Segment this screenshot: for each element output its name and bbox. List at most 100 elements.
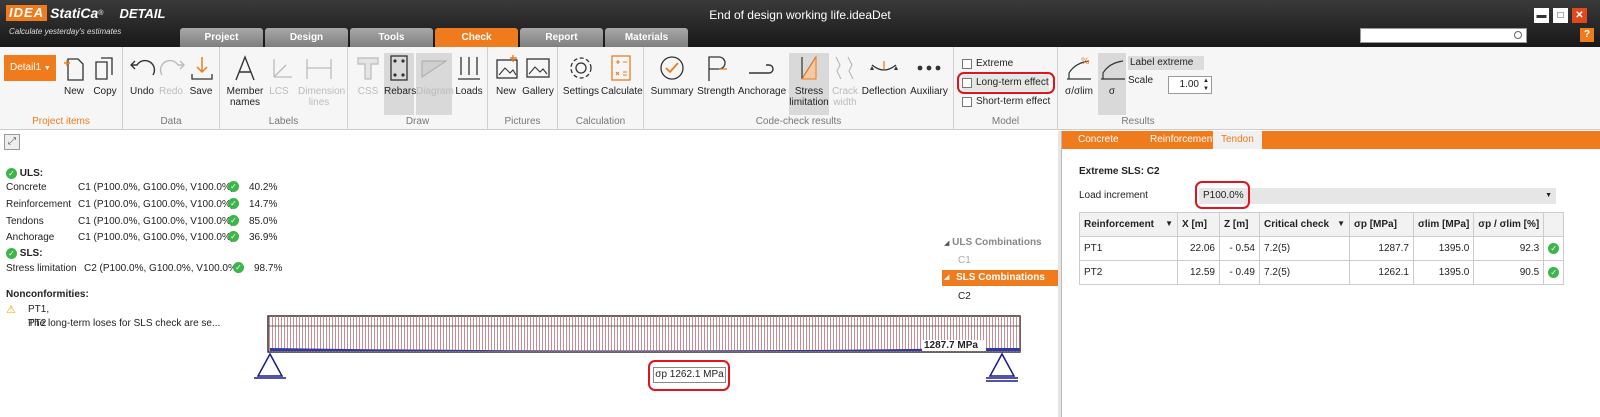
settings-button[interactable]: Settings	[562, 53, 600, 97]
anchorage-button[interactable]: Anchorage	[737, 53, 787, 97]
summary-button[interactable]: Summary	[650, 53, 694, 97]
uls-row-reinforcement[interactable]: Reinforcement C1 (P100.0%, G100.0%, V100.…	[6, 198, 306, 212]
member-names-button[interactable]: Member names	[225, 53, 265, 108]
gallery-button[interactable]: Gallery	[522, 53, 554, 97]
tab-materials[interactable]: Materials	[605, 28, 688, 47]
check-icon: ✓	[228, 198, 239, 209]
group-labels: Member names LCS Dimension lines Labels	[220, 47, 348, 130]
sls-row-stress-limitation[interactable]: Stress limitation C2 (P100.0%, G100.0%, V…	[6, 262, 306, 276]
extreme-title: Extreme SLS: C2	[1079, 166, 1160, 177]
nonconformity-item[interactable]: ⚠ PT1, PT2	[6, 303, 49, 329]
tab-concrete[interactable]: Concrete	[1070, 131, 1127, 149]
close-button[interactable]: ✕	[1572, 8, 1587, 23]
save-button[interactable]: Save	[187, 53, 215, 97]
scale-input[interactable]: 1.00 ▲ ▼	[1168, 76, 1212, 94]
col-sigma-lim[interactable]: σlim [MPa]	[1412, 212, 1475, 237]
extreme-option[interactable]: Extreme	[962, 56, 1013, 72]
css-label: CSS	[357, 86, 379, 97]
loads-button[interactable]: Loads	[454, 53, 484, 97]
sls-heading: ✓ SLS:	[6, 247, 43, 261]
stress-limitation-label: Stress limitation	[789, 86, 829, 108]
uls-combinations-header[interactable]: ◢ ULS Combinations	[944, 237, 1042, 248]
tab-project[interactable]: Project	[180, 28, 263, 47]
css-button[interactable]: CSS	[353, 53, 383, 97]
label-extreme-toggle[interactable]: Label extreme	[1128, 56, 1204, 70]
rebars-button[interactable]: Rebars	[384, 53, 417, 115]
stress-limitation-button[interactable]: Stress limitation	[789, 53, 829, 115]
short-term-effect-option[interactable]: Short-term effect	[962, 94, 1050, 110]
sigma-button[interactable]: σ	[1098, 53, 1126, 115]
uls-row-concrete[interactable]: Concrete C1 (P100.0%, G100.0%, V100.0%) ✓ 4…	[6, 181, 306, 195]
uls-row-tendons[interactable]: Tendons C1 (P100.0%, G100.0%, V100.0%) ✓ 85…	[6, 215, 306, 229]
group-label-code-check: Code-check results	[755, 116, 842, 127]
more-dots-icon	[917, 65, 941, 71]
summary-label: Summary	[650, 86, 694, 97]
sls-combinations-header[interactable]: ◢ SLS Combinations	[942, 270, 1062, 286]
minimize-button[interactable]: ▬	[1534, 8, 1549, 23]
load-increment-label: Load increment	[1079, 190, 1148, 201]
copy-icon	[95, 57, 113, 80]
uls-row-anchorage[interactable]: Anchorage C1 (P100.0%, G100.0%, V100.0%) ✓…	[6, 231, 306, 245]
filter-icon[interactable]: ▼	[1337, 219, 1345, 228]
dimension-lines-button[interactable]: Dimension lines	[298, 53, 345, 108]
col-z[interactable]: Z [m]	[1219, 212, 1260, 237]
search-icon	[1514, 31, 1522, 39]
load-increment-select[interactable]: P100.0% ▼	[1199, 188, 1556, 204]
gear-icon	[570, 57, 592, 79]
maximize-button[interactable]: □	[1553, 8, 1568, 23]
filter-icon[interactable]: ▼	[1165, 219, 1173, 228]
nonconformities-title: Nonconformities:	[6, 289, 89, 300]
tab-tools[interactable]: Tools	[350, 28, 433, 47]
uls-name: Concrete	[6, 182, 47, 193]
help-button[interactable]: ?	[1580, 28, 1594, 42]
tab-check[interactable]: Check	[435, 28, 518, 47]
diagram-button[interactable]: Diagram	[416, 53, 454, 115]
cell: 12.59	[1177, 260, 1220, 285]
col-ratio[interactable]: σp / σlim [%]	[1473, 212, 1545, 237]
new-picture-button[interactable]: New	[492, 53, 520, 97]
search-input[interactable]	[1360, 28, 1527, 43]
col-critical-check[interactable]: Critical check ▼	[1259, 212, 1350, 237]
table-row[interactable]: PT2 12.59 - 0.49 7.2(5) 1262.1 1395.0 90…	[1079, 260, 1565, 285]
group-calculation: Settings Calculate Calculation	[558, 47, 644, 130]
auxiliary-label: Auxiliary	[910, 86, 948, 97]
col-sigma-p[interactable]: σp [MPa]	[1349, 212, 1414, 237]
sigma-ratio-button[interactable]: % σ/σlim	[1062, 53, 1096, 97]
summary-icon	[660, 56, 684, 80]
warning-icon: ⚠	[6, 304, 16, 316]
cross-section-icon	[357, 57, 379, 80]
tab-reinforcement[interactable]: Reinforcement	[1142, 131, 1223, 149]
redo-button[interactable]: Redo	[157, 53, 185, 97]
deflection-button[interactable]: Deflection	[861, 53, 907, 97]
uls-value: 40.2%	[249, 182, 278, 193]
table-row[interactable]: PT1 22.06 - 0.54 7.2(5) 1287.7 1395.0 92…	[1079, 236, 1565, 261]
svg-text:%: %	[1081, 57, 1090, 67]
tab-tendon[interactable]: Tendon	[1213, 131, 1262, 149]
crack-width-button[interactable]: Crack width	[830, 53, 860, 108]
highlight-sigma-label	[648, 360, 730, 391]
combination-item-c2[interactable]: C2	[958, 291, 971, 302]
strength-button[interactable]: Strength	[696, 53, 736, 97]
sls-title: SLS:	[19, 248, 43, 259]
detail-dropdown[interactable]: Detail1 ▼	[4, 55, 56, 81]
nonconformities-heading: Nonconformities:	[6, 288, 89, 302]
auxiliary-button[interactable]: Auxiliary	[908, 53, 950, 97]
calculate-button[interactable]: Calculate	[601, 53, 643, 97]
calculator-icon	[611, 55, 631, 81]
result-tabs: Concrete Reinforcement Tendon	[1062, 131, 1600, 149]
uls-value: 36.9%	[249, 232, 278, 243]
status-cell: ✓	[1543, 260, 1565, 285]
combination-item-c1[interactable]: C1	[958, 255, 971, 266]
new-item-button[interactable]: New	[60, 53, 88, 97]
rebars-label: Rebars	[384, 86, 417, 97]
copy-button[interactable]: Copy	[90, 53, 120, 97]
check-icon: ✓	[1548, 242, 1560, 254]
lcs-button[interactable]: LCS	[266, 53, 292, 97]
tab-report[interactable]: Report	[520, 28, 603, 47]
uls-combinations-title: ULS Combinations	[952, 237, 1042, 248]
col-reinforcement[interactable]: Reinforcement ▼	[1079, 212, 1178, 237]
fit-view-icon[interactable]: ⤢	[4, 134, 20, 150]
undo-button[interactable]: Undo	[128, 53, 156, 97]
tab-design[interactable]: Design	[265, 28, 348, 47]
col-x[interactable]: X [m]	[1177, 212, 1220, 237]
